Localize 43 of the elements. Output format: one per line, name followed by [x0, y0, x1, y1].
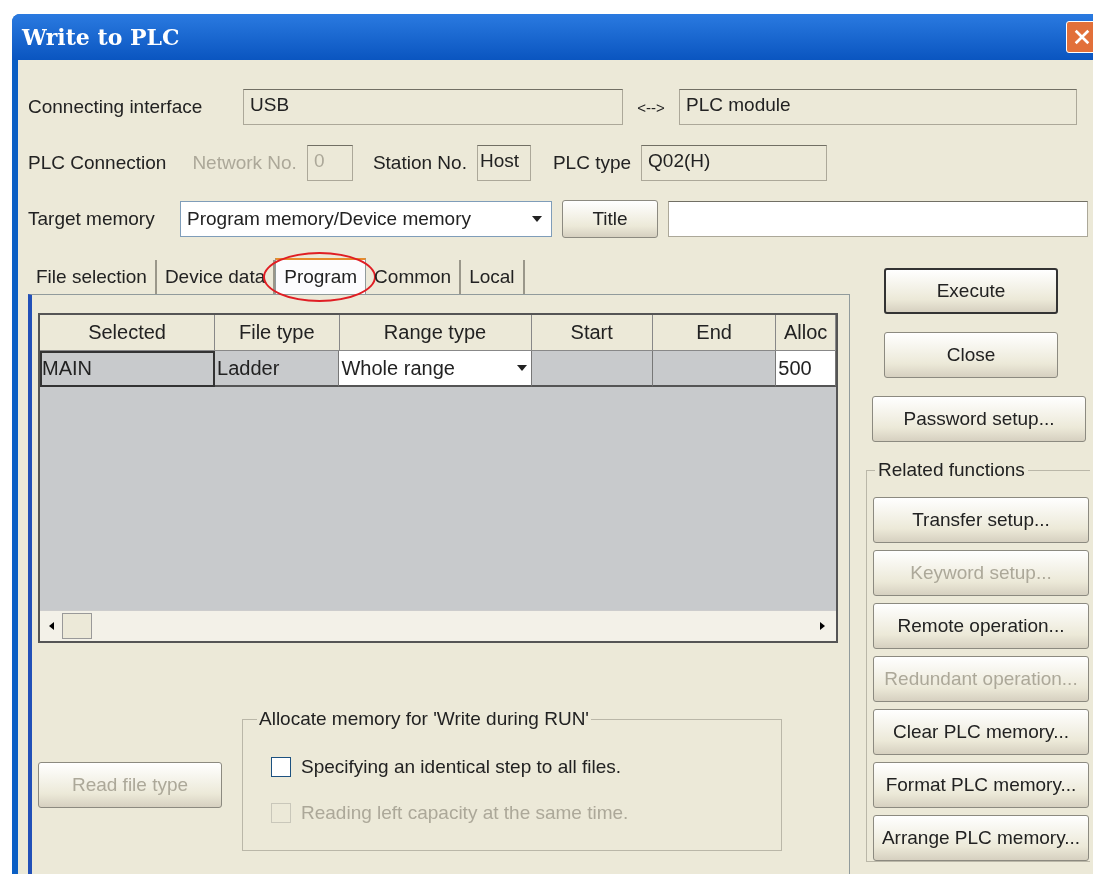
tab[interactable]: Program — [275, 258, 367, 294]
field-label: Target memory — [28, 208, 156, 230]
column-header: End — [652, 315, 777, 351]
field-label: PLC Connection — [28, 152, 167, 174]
field-label: PLC type — [552, 152, 632, 174]
column-header: Range type — [339, 315, 532, 351]
function-button[interactable]: Remote operation... — [873, 603, 1089, 649]
checkbox[interactable] — [271, 757, 291, 777]
field-label: Station No. — [372, 152, 467, 174]
horizontal-scrollbar[interactable] — [40, 610, 836, 641]
column-header: Start — [531, 315, 653, 351]
checkbox-label: Reading left capacity at the same time. — [301, 802, 629, 824]
column-header: File type — [215, 315, 340, 351]
window-title: Write to PLC — [22, 24, 180, 50]
column-header: Selected — [40, 315, 216, 351]
memory-dropdown[interactable]: Program memory/Device memory — [180, 201, 552, 237]
function-button[interactable]: Transfer setup... — [873, 497, 1089, 543]
field-label: Network No. — [192, 152, 297, 174]
station-field: Host — [476, 145, 531, 181]
table-input[interactable]: 500 — [776, 351, 836, 387]
scroll-thumb[interactable] — [62, 613, 92, 639]
table-cell: MAIN — [40, 351, 216, 387]
action-button[interactable]: Execute — [884, 268, 1058, 314]
function-button[interactable]: Clear PLC memory... — [873, 709, 1089, 755]
close-icon — [1073, 27, 1091, 47]
action-button[interactable]: Close — [884, 332, 1058, 378]
plc-type-field: Q02(H) — [641, 145, 828, 181]
column-header: Alloc — [776, 315, 836, 351]
action-button[interactable]: Password setup... — [872, 396, 1086, 442]
range-dropdown[interactable]: Whole range — [339, 351, 532, 387]
close-button[interactable] — [1066, 21, 1093, 53]
checkbox-label: Specifying an identical step to all files. — [301, 756, 621, 778]
field-label: Connecting interface — [28, 96, 204, 118]
target-field: PLC module — [679, 89, 1077, 125]
title-field[interactable] — [668, 201, 1088, 237]
function-button[interactable]: Format PLC memory... — [873, 762, 1089, 808]
interface-field: USB — [243, 89, 623, 125]
dropdown-arrow-icon — [516, 365, 527, 371]
function-button[interactable]: Arrange PLC memory... — [873, 815, 1089, 861]
connection-arrow: <--> — [636, 98, 666, 116]
dropdown-arrow-icon — [532, 216, 542, 222]
title-button[interactable]: Title — [562, 200, 658, 238]
network-field: 0 — [306, 145, 353, 181]
